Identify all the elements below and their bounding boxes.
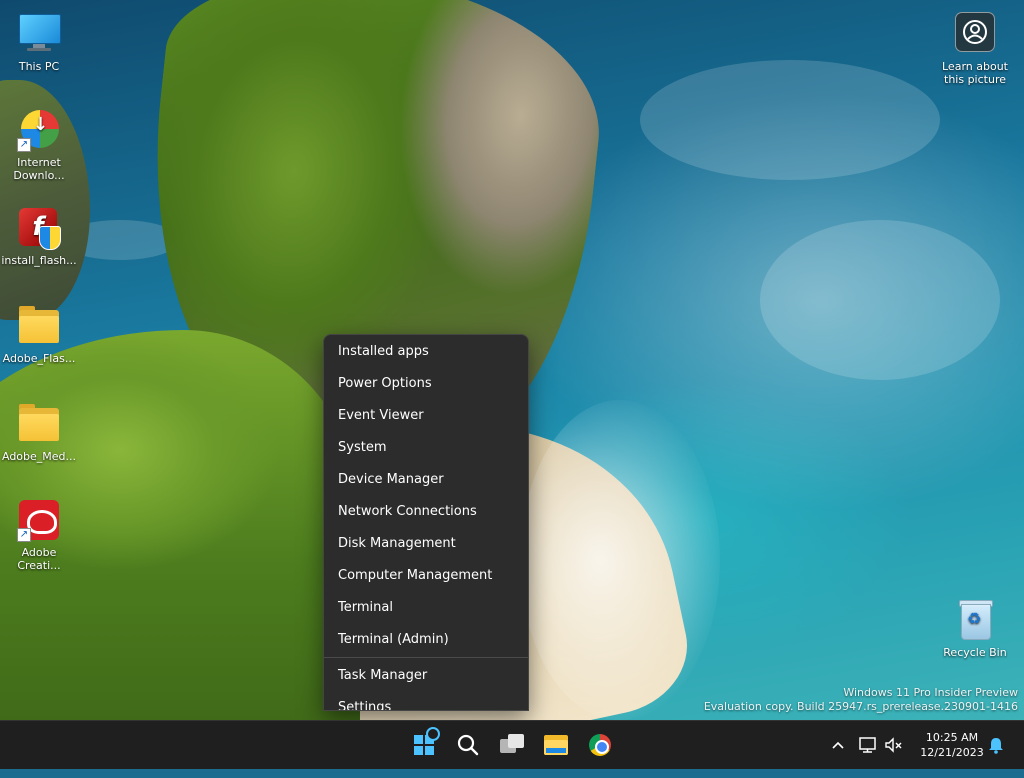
menu-item-task-manager[interactable]: Task Manager: [324, 660, 528, 692]
taskbar: 10:25 AM 12/21/2023: [0, 720, 1024, 769]
clock-time: 10:25 AM: [925, 731, 979, 744]
pointer-badge-icon: [426, 727, 440, 741]
start-button[interactable]: [404, 725, 444, 765]
desktop-icon-this-pc[interactable]: This PC: [0, 12, 78, 73]
start-context-menu: Installed apps Power Options Event Viewe…: [323, 334, 529, 711]
this-pc-icon: [17, 12, 61, 56]
network-icon: [859, 737, 876, 753]
desktop-icon-adobe-media-folder[interactable]: Adobe_Med...: [0, 402, 78, 463]
shortcut-arrow-icon: ↗: [17, 528, 31, 542]
file-explorer-button[interactable]: [536, 725, 576, 765]
chevron-up-icon: [832, 741, 844, 749]
sea-highlight: [640, 60, 940, 180]
menu-item-power-options[interactable]: Power Options: [324, 368, 528, 400]
desktop-icon-label: Internet Downlo...: [13, 156, 65, 182]
menu-item-computer-management[interactable]: Computer Management: [324, 560, 528, 592]
flash-installer-icon: f: [17, 206, 61, 250]
creative-cloud-icon: ↗: [17, 498, 61, 542]
sea-highlight: [760, 220, 1000, 380]
desktop-icon-label: Recycle Bin: [943, 646, 1007, 659]
menu-item-device-manager[interactable]: Device Manager: [324, 464, 528, 496]
uac-shield-icon: [39, 226, 61, 250]
surf: [520, 400, 720, 720]
learn-label-line1: Learn about: [942, 60, 1008, 73]
show-hidden-icons-button[interactable]: [828, 721, 848, 769]
desktop-icon-label: Adobe_Med...: [1, 450, 77, 463]
menu-item-terminal[interactable]: Terminal: [324, 592, 528, 624]
desktop-icon-label: Adobe Creati...: [17, 546, 61, 572]
menu-item-disk-management[interactable]: Disk Management: [324, 528, 528, 560]
search-button[interactable]: [448, 725, 488, 765]
network-button[interactable]: [858, 735, 878, 755]
volume-muted-icon: [885, 737, 902, 753]
menu-item-settings[interactable]: Settings: [324, 692, 528, 710]
menu-separator: [324, 657, 528, 658]
notifications-button[interactable]: [986, 735, 1006, 755]
desktop-icon-label: Adobe_Flas...: [2, 352, 76, 365]
bell-icon: [989, 738, 1003, 754]
clock-button[interactable]: 10:25 AM 12/21/2023: [916, 721, 988, 778]
folder-icon: [17, 402, 61, 446]
volume-button[interactable]: [884, 735, 904, 755]
desktop-icon-adobe-flash-folder[interactable]: Adobe_Flas...: [0, 304, 78, 365]
menu-item-system[interactable]: System: [324, 432, 528, 464]
learn-about-picture[interactable]: Learn about this picture: [936, 12, 1014, 86]
recycle-bin-icon: ♻: [953, 598, 997, 642]
task-view-button[interactable]: [492, 725, 532, 765]
desktop-icon-recycle-bin[interactable]: ♻ Recycle Bin: [936, 598, 1014, 659]
watermark-line1: Windows 11 Pro Insider Preview: [843, 686, 1018, 699]
desktop-icon-label: This PC: [18, 60, 60, 73]
watermark-line2: Evaluation copy. Build 25947.rs_prerelea…: [703, 700, 1018, 713]
desktop-icon-install-flash[interactable]: f install_flash...: [0, 206, 78, 267]
camera-info-icon: [955, 12, 995, 52]
learn-label-line2: this picture: [944, 73, 1006, 86]
idm-icon: ↓ ↗: [17, 108, 61, 152]
menu-item-network-connections[interactable]: Network Connections: [324, 496, 528, 528]
folder-icon: [17, 304, 61, 348]
menu-item-installed-apps[interactable]: Installed apps: [324, 336, 528, 368]
desktop-icon-internet-download-manager[interactable]: ↓ ↗ Internet Downlo...: [0, 108, 78, 182]
desktop-icon-label: install_flash...: [1, 254, 77, 267]
shortcut-arrow-icon: ↗: [17, 138, 31, 152]
chrome-button[interactable]: [580, 725, 620, 765]
desktop-icon-adobe-creative-cloud[interactable]: ↗ Adobe Creati...: [0, 498, 78, 572]
menu-item-terminal-admin[interactable]: Terminal (Admin): [324, 624, 528, 656]
menu-item-event-viewer[interactable]: Event Viewer: [324, 400, 528, 432]
search-icon: [457, 734, 479, 756]
windows-watermark: Windows 11 Pro Insider Preview Evaluatio…: [704, 686, 1018, 714]
clock-date: 12/21/2023: [920, 746, 984, 759]
